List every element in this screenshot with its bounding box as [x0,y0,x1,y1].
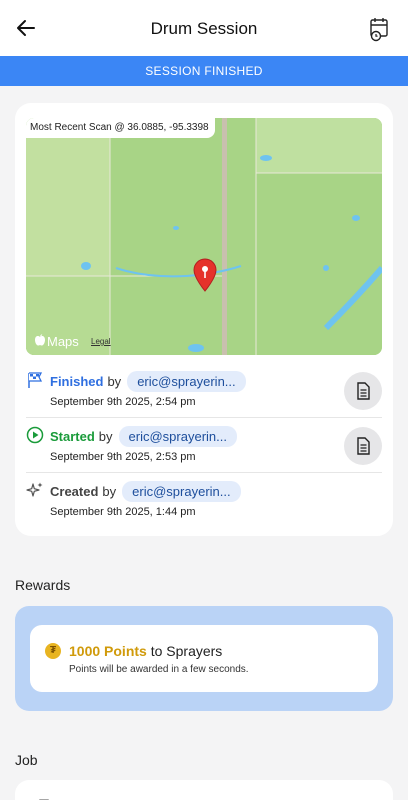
apple-logo-icon [35,334,45,349]
map-background [26,118,382,355]
view-document-button[interactable] [344,427,382,465]
reward-card: ₮ 1000 Points to Sprayers Points will be… [30,625,378,692]
job-section-title: Job [15,752,38,768]
divider [26,472,382,473]
event-action: Created [50,484,99,499]
event-time: September 9th 2025, 1:44 pm [50,506,196,518]
reward-line: 1000 Points to Sprayers [69,643,222,659]
user-chip[interactable]: eric@sprayerin... [127,371,246,392]
page-title: Drum Session [150,19,258,38]
event-time: September 9th 2025, 2:53 pm [50,451,196,463]
user-chip[interactable]: eric@sprayerin... [122,481,241,502]
event-line: Started by eric@sprayerin... [50,426,237,447]
checkered-flag-icon [26,371,44,389]
top-bar: Drum Session [0,0,408,56]
event-line: Finished by eric@sprayerin... [50,371,246,392]
reward-recipient: to Sprayers [150,643,223,659]
document-icon [357,382,370,400]
event-action: Finished [50,374,104,389]
event-by: by [102,484,117,499]
event-line: Created by eric@sprayerin... [50,481,241,502]
reward-points: 1000 Points [69,643,147,659]
map-caption: Most Recent Scan @ 36.0885, -95.3398 [26,118,215,138]
view-document-button[interactable] [344,372,382,410]
scan-map[interactable]: Most Recent Scan @ 36.0885, -95.3398 Map… [26,118,382,355]
event-by: by [107,374,122,389]
user-chip[interactable]: eric@sprayerin... [118,426,237,447]
job-card[interactable] [15,780,393,800]
map-pin-icon[interactable] [192,258,218,292]
calendar-clock-icon [370,18,388,42]
schedule-button[interactable] [368,16,392,42]
maps-logo-text: Maps [47,334,79,349]
event-row-finished: Finished by eric@sprayerin... September … [26,368,382,422]
divider [26,417,382,418]
maps-logo: Maps [35,334,79,349]
event-row-created: Created by eric@sprayerin... September 9… [26,478,382,532]
event-by: by [98,429,113,444]
play-icon [26,426,44,444]
points-coin-icon: ₮ [45,643,61,659]
reward-note: Points will be awarded in a few seconds. [69,664,249,675]
map-legal-link[interactable]: Legal [91,337,111,346]
briefcase-icon [30,793,58,800]
session-card: Most Recent Scan @ 36.0885, -95.3398 Map… [15,103,393,536]
event-time: September 9th 2025, 2:54 pm [50,396,196,408]
event-row-started: Started by eric@sprayerin... September 9… [26,423,382,477]
session-status-banner: SESSION FINISHED [0,56,408,86]
event-action: Started [50,429,95,444]
sparkle-icon [26,481,44,499]
rewards-section-title: Rewards [15,577,71,593]
rewards-panel: ₮ 1000 Points to Sprayers Points will be… [15,606,393,711]
document-icon [357,437,370,455]
